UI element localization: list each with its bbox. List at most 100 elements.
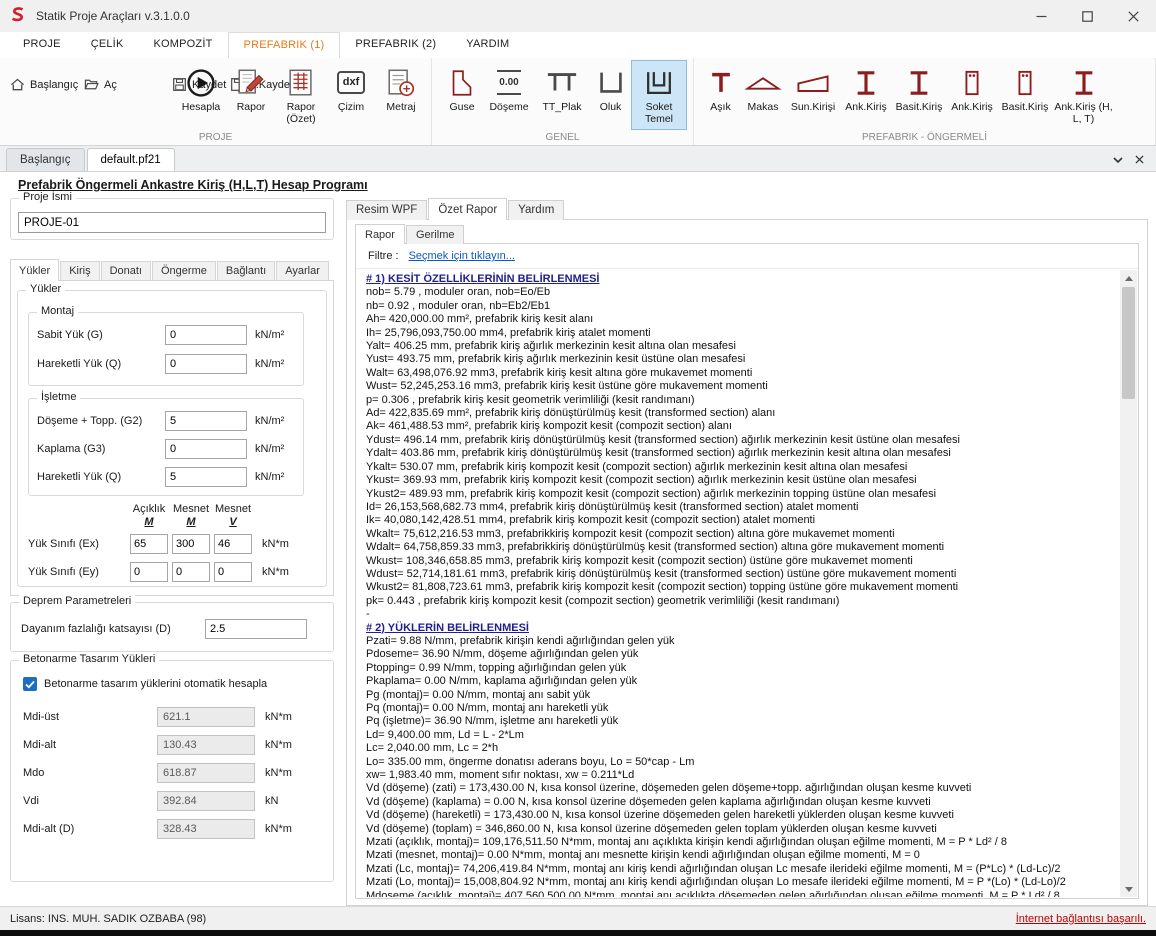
proje-ismi-input[interactable]	[18, 212, 326, 233]
hesapla-button[interactable]: Hesapla	[176, 60, 226, 130]
tab-ayarlar[interactable]: Ayarlar	[276, 261, 329, 281]
report-line: Ptopping= 0.99 N/mm, topping ağırlığında…	[366, 662, 1120, 675]
betonarme-tasarim-group: Betonarme Tasarım Yükleri Betonarme tasa…	[10, 660, 334, 882]
ribbon-tab-bar: PROJE ÇELİK KOMPOZİT PREFABRIK (1) PREFA…	[0, 32, 1156, 58]
sabit-yuk-input[interactable]	[165, 325, 247, 345]
ribbon-tab-prefabrik-2[interactable]: PREFABRIK (2)	[340, 32, 451, 58]
minimize-button[interactable]	[1018, 0, 1064, 32]
tab-ongerme[interactable]: Öngerme	[152, 261, 216, 281]
report-line: nb= 0.92 , moduler oran, nb=Eb2/Eb1	[366, 300, 1120, 313]
button-label: Aşık	[710, 102, 730, 114]
ac-button[interactable]: Aç	[82, 71, 170, 98]
socket-foundation-icon	[643, 64, 675, 101]
tab-resim-wpf[interactable]: Resim WPF	[346, 200, 427, 220]
yuk-sinifi-ey-mesnet-v-input[interactable]	[214, 562, 252, 582]
slab-icon: 0.00	[497, 64, 520, 101]
report-line: Vd (döşeme) (hareketli) = 173,430.00 N, …	[366, 809, 1120, 822]
button-label: Basit.Kiriş	[1002, 102, 1049, 114]
oluk-button[interactable]: Oluk	[590, 60, 631, 130]
scroll-up-icon[interactable]	[1120, 270, 1137, 286]
ribbon-tab-celik[interactable]: ÇELİK	[76, 32, 139, 58]
close-button[interactable]	[1110, 0, 1156, 32]
guse-button[interactable]: Guse	[440, 60, 484, 130]
report-line: Mzati (Lc, montaj)= 74,206,419.84 N*mm, …	[366, 863, 1120, 876]
doseme-topp-input[interactable]	[165, 411, 247, 431]
report-line: Yalt= 406.25 mm, prefabrik kiriş ağırlık…	[366, 340, 1120, 353]
kaplama-input[interactable]	[165, 439, 247, 459]
rapor-button[interactable]: Rapor	[226, 60, 276, 130]
tab-list-chevron-icon[interactable]	[1113, 157, 1123, 163]
yuk-sinifi-ex-aciklik-input[interactable]	[130, 534, 168, 554]
tab-rapor[interactable]: Rapor	[355, 224, 405, 244]
group-label: Montaj	[37, 305, 78, 317]
tab-ozet-rapor[interactable]: Özet Rapor	[428, 198, 507, 220]
dayanim-fazlaligi-input[interactable]	[205, 619, 307, 639]
basit-kiris-button-2[interactable]: Basit.Kiriş	[997, 60, 1053, 130]
doc-tab-baslangic[interactable]: Başlangıç	[6, 148, 85, 171]
basit-kiris-button-1[interactable]: Basit.Kiriş	[891, 60, 947, 130]
tab-yardim[interactable]: Yardım	[508, 200, 564, 220]
yukler-tab-page: Yükler Montaj Sabit Yük (G) kN/m² Hareke…	[10, 280, 334, 596]
report-line: Vd (döşeme) (kaplama) = 0.00 N, kısa kon…	[366, 796, 1120, 809]
soket-temel-button[interactable]: Soket Temel	[631, 60, 687, 130]
yuk-sinifi-ey-mesnet-m-input[interactable]	[172, 562, 210, 582]
doseme-button[interactable]: 0.00 Döşeme	[484, 60, 534, 130]
sun-kirisi-button[interactable]: Sun.Kirişi	[785, 60, 841, 130]
asik-button[interactable]: Aşık	[700, 60, 741, 130]
yuk-sinifi-ex-mesnet-v-input[interactable]	[214, 534, 252, 554]
button-label: Ank.Kiriş	[845, 102, 886, 114]
button-label: Basit.Kiriş	[896, 102, 943, 114]
ribbon-tab-prefabrik-1[interactable]: PREFABRIK (1)	[228, 32, 341, 58]
field-label: Yük Sınıfı (Ex)	[28, 538, 99, 550]
button-label: Başlangıç	[30, 79, 78, 91]
filter-select-link[interactable]: Seçmek için tıklayın...	[409, 250, 515, 262]
tab-baglanti[interactable]: Bağlantı	[217, 261, 275, 281]
report-inner-tab-strip: Rapor Gerilme	[355, 225, 465, 244]
ribbon-group-genel: Guse 0.00 Döşeme TT_Plak Oluk Soket Teme…	[432, 58, 694, 145]
group-label: İşletme	[37, 391, 80, 403]
yuk-sinifi-ex-mesnet-m-input[interactable]	[172, 534, 210, 554]
doc-tab-default-pf21[interactable]: default.pf21	[87, 148, 175, 171]
maximize-button[interactable]	[1064, 0, 1110, 32]
scrollbar-thumb[interactable]	[1122, 287, 1135, 399]
makas-button[interactable]: Makas	[741, 60, 785, 130]
report-line: Pq (montaj)= 0.00 N/mm, montaj anı harek…	[366, 702, 1120, 715]
internet-status-link[interactable]: İnternet bağlantısı başarılı.	[1016, 913, 1146, 925]
button-label: Aç	[104, 79, 117, 91]
baslangic-button[interactable]: Başlangıç	[8, 71, 82, 98]
tab-gerilme[interactable]: Gerilme	[406, 225, 465, 244]
tt-plak-button[interactable]: TT_Plak	[534, 60, 590, 130]
scroll-down-icon[interactable]	[1120, 881, 1137, 897]
report-line: -	[366, 608, 1120, 621]
yuk-sinifi-ey-aciklik-input[interactable]	[130, 562, 168, 582]
auto-hesapla-checkbox[interactable]	[23, 677, 37, 691]
isletme-group: İşletme Döşeme + Topp. (G2) kN/m² Kaplam…	[28, 398, 304, 496]
field-label: Döşeme + Topp. (G2)	[37, 415, 142, 427]
ank-kiris-hlt-button[interactable]: Ank.Kiriş (H, L, T)	[1053, 60, 1114, 130]
ribbon-tab-kompozit[interactable]: KOMPOZİT	[138, 32, 227, 58]
report-line: Wkust= 108,346,658.85 mm3, prefabrik kir…	[366, 555, 1120, 568]
field-label: Sabit Yük (G)	[37, 329, 103, 341]
ribbon-tab-yardim[interactable]: YARDIM	[451, 32, 524, 58]
report-scrollbar[interactable]	[1120, 270, 1137, 897]
report-line: Id= 26,153,568,682.73 mm4, prefabrik kir…	[366, 501, 1120, 514]
ank-kiris-button-2[interactable]: Ank.Kiriş	[947, 60, 997, 130]
report-line: Pq (işletme)= 36.90 N/mm, işletme anı ha…	[366, 715, 1120, 728]
ribbon-tab-proje[interactable]: PROJE	[8, 32, 76, 58]
button-label: Oluk	[600, 102, 622, 114]
hareketli-yuk-montaj-input[interactable]	[165, 354, 247, 374]
hareketli-yuk-isletme-input[interactable]	[165, 467, 247, 487]
mdi-ust-input	[157, 707, 255, 727]
button-label: Makas	[748, 102, 779, 114]
cizim-button[interactable]: dxf Çizim	[326, 60, 376, 130]
close-document-icon[interactable]	[1135, 155, 1144, 164]
montaj-group: Montaj Sabit Yük (G) kN/m² Hareketli Yük…	[28, 312, 304, 386]
metraj-icon	[385, 64, 417, 101]
tab-kiris[interactable]: Kiriş	[60, 261, 99, 281]
rapor-ozet-button[interactable]: Rapor (Özet)	[276, 60, 326, 130]
ank-kiris-button-1[interactable]: Ank.Kiriş	[841, 60, 891, 130]
taskbar-strip	[0, 930, 1156, 936]
tab-yukler[interactable]: Yükler	[10, 259, 59, 281]
tab-donati[interactable]: Donatı	[101, 261, 151, 281]
metraj-button[interactable]: Metraj	[376, 60, 426, 130]
